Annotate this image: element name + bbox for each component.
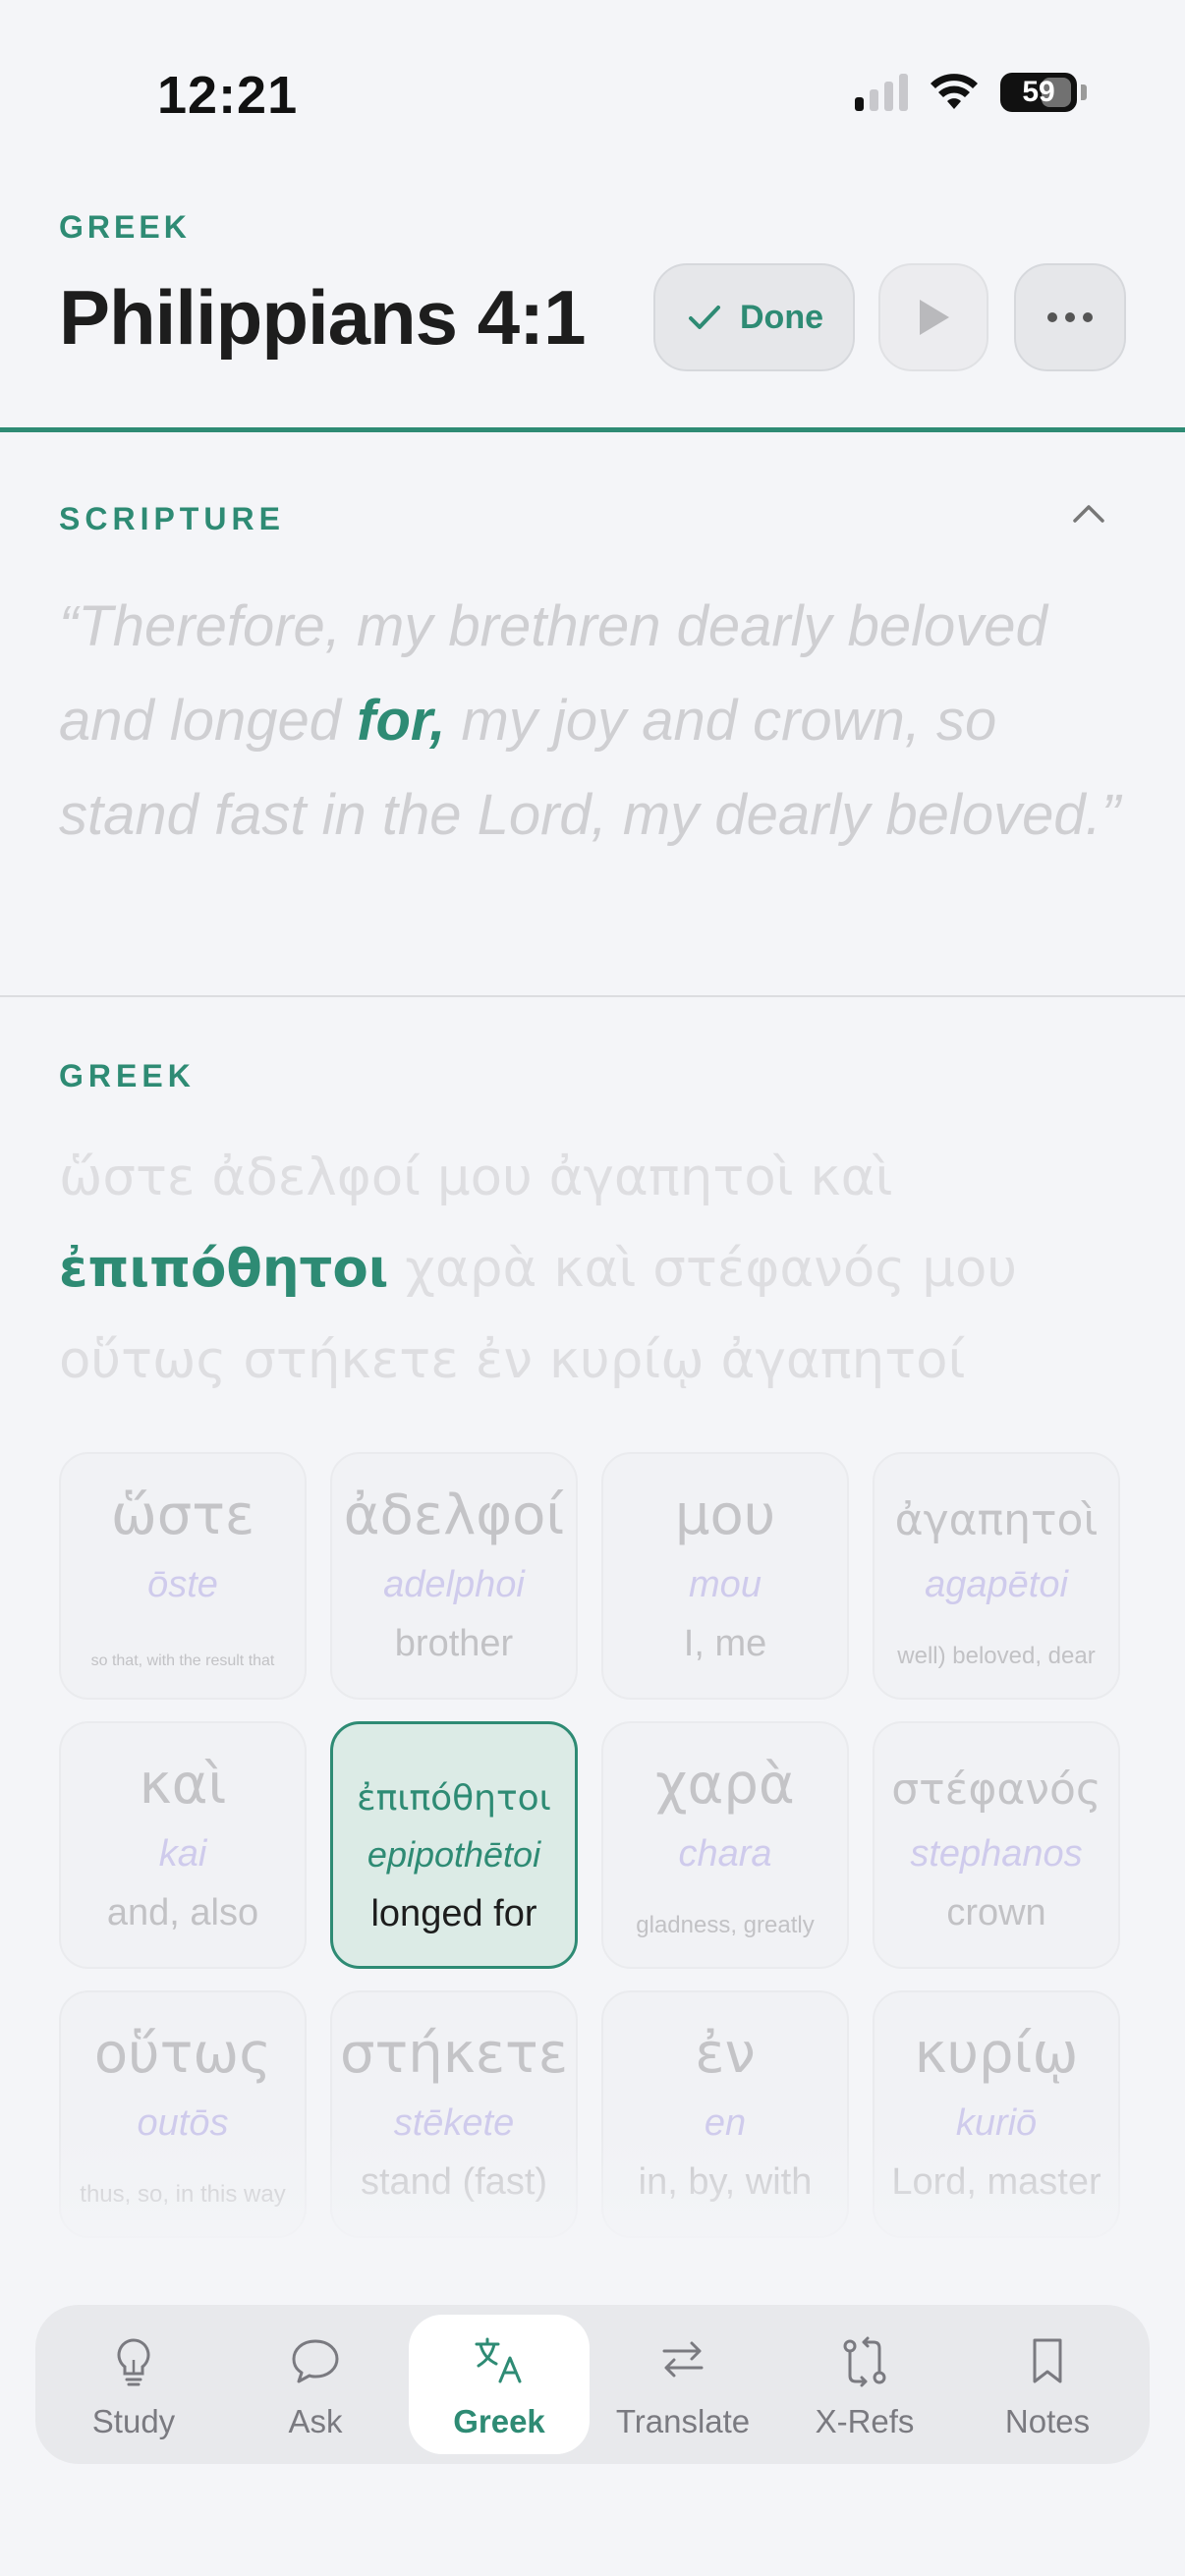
more-icon	[1047, 312, 1093, 322]
word-card-transliteration: adelphoi	[383, 1564, 525, 1605]
swap-arrows-icon	[662, 2341, 704, 2378]
word-card[interactable]: ἀδελφοί adelphoi brother	[330, 1452, 578, 1700]
translate-language-icon	[475, 2337, 522, 2383]
scripture-verse-text: “Therefore, my brethren dearly beloved a…	[59, 580, 1130, 863]
word-card-transliteration: epipothētoi	[367, 1834, 541, 1875]
tab-xrefs[interactable]: X-Refs	[774, 2315, 955, 2454]
more-options-button[interactable]	[1014, 263, 1126, 371]
scroll-fade-overlay	[0, 2132, 1185, 2269]
word-card-transliteration: kai	[158, 1833, 207, 1875]
tab-translate[interactable]: Translate	[592, 2315, 773, 2454]
word-card-greek: ἀγαπητοὶ	[894, 1495, 1099, 1545]
word-card-greek: χαρὰ	[655, 1753, 795, 1817]
chat-bubble-icon	[292, 2339, 339, 2383]
word-card-greek: ἀδελφοί	[343, 1484, 565, 1547]
word-card-english: I, me	[683, 1623, 767, 1664]
word-card[interactable]: καὶ kai and, also	[59, 1721, 307, 1969]
tab-study[interactable]: Study	[43, 2315, 224, 2454]
word-card-greek: μου	[674, 1484, 776, 1547]
tab-notes[interactable]: Notes	[957, 2315, 1138, 2454]
tab-xrefs-label: X-Refs	[815, 2403, 915, 2439]
word-card-greek: στήκετε	[340, 2022, 568, 2086]
word-card-english: and, also	[106, 1892, 259, 1933]
tab-notes-label: Notes	[1004, 2403, 1091, 2439]
wifi-icon	[931, 74, 978, 109]
greek-verse-text: ὥστε ἀδελφοί μου ἀγαπητοὶ καὶ ἐπιπόθητοι…	[59, 1132, 1130, 1406]
battery-level: 59	[1022, 76, 1055, 108]
chevron-up-icon	[1073, 505, 1104, 523]
header-accent-divider	[0, 427, 1185, 432]
battery-tip	[1081, 84, 1087, 100]
word-card-english: well) beloved, dear	[897, 1643, 1096, 1669]
play-button[interactable]	[878, 263, 988, 371]
cellular-signal-icon	[855, 74, 908, 111]
status-time: 12:21	[157, 66, 299, 125]
word-card-transliteration: ōste	[147, 1564, 218, 1605]
scripture-section-label: SCRIPTURE	[59, 501, 285, 536]
word-card[interactable]: ἀγαπητοὶ agapētoi well) beloved, dear	[873, 1452, 1120, 1700]
word-card-transliteration: mou	[689, 1564, 762, 1605]
tab-ask-label: Ask	[288, 2403, 343, 2439]
tab-greek-label: Greek	[453, 2403, 545, 2439]
word-card-english: longed for	[370, 1893, 537, 1934]
tab-translate-label: Translate	[615, 2403, 751, 2439]
greek-highlighted-word[interactable]: ἐπιπόθητοι	[59, 1239, 388, 1299]
header: GREEK Philippians 4:1 Done	[0, 187, 1185, 432]
word-card-greek: ἐν	[695, 2022, 756, 2086]
status-icons: 59	[855, 73, 1087, 112]
tab-ask[interactable]: Ask	[225, 2315, 406, 2454]
word-card-english: brother	[394, 1623, 514, 1664]
word-card-english: so that, with the result that	[90, 1652, 275, 1669]
bottom-tab-bar: Study Ask Greek Translate X-Refs Notes	[35, 2305, 1150, 2464]
word-card-greek: οὕτως	[93, 2022, 272, 2086]
word-card-english: crown	[946, 1892, 1046, 1933]
status-bar: 12:21 59	[0, 0, 1185, 187]
done-button[interactable]: Done	[653, 263, 855, 371]
word-card[interactable]: ἐπιπόθητοι epipothētoi longed for	[330, 1721, 578, 1969]
bookmark-icon	[1033, 2338, 1062, 2383]
header-eyebrow: GREEK	[59, 209, 191, 245]
word-card-greek: στέφανός	[891, 1764, 1101, 1815]
word-card-transliteration: stephanos	[910, 1833, 1083, 1875]
tab-study-label: Study	[91, 2403, 176, 2439]
tab-greek[interactable]: Greek	[409, 2315, 590, 2454]
word-card-english: gladness, greatly	[636, 1912, 815, 1938]
scripture-highlighted-word[interactable]: for,	[357, 689, 445, 753]
battery-icon: 59	[1000, 73, 1077, 112]
check-icon	[689, 306, 720, 329]
greek-text-before: ὥστε ἀδελφοί μου ἀγαπητοὶ καὶ	[59, 1148, 893, 1207]
page-title: Philippians 4:1	[59, 274, 586, 361]
word-card-greek: κυρίῳ	[914, 2022, 1079, 2086]
word-card-greek: ὥστε	[110, 1484, 255, 1547]
collapse-scripture-button[interactable]	[1071, 501, 1106, 530]
done-button-label: Done	[740, 298, 823, 336]
word-card-greek: καὶ	[139, 1753, 227, 1817]
cross-reference-icon	[843, 2336, 886, 2387]
word-card[interactable]: ὥστε ōste so that, with the result that	[59, 1452, 307, 1700]
section-divider	[0, 995, 1185, 997]
word-card-transliteration: agapētoi	[925, 1564, 1068, 1605]
word-card[interactable]: στέφανός stephanos crown	[873, 1721, 1120, 1969]
lightbulb-icon	[117, 2338, 150, 2386]
word-card-greek: ἐπιπόθητοι	[357, 1778, 551, 1819]
word-card[interactable]: χαρὰ chara gladness, greatly	[601, 1721, 849, 1969]
play-icon	[920, 300, 949, 335]
word-card-transliteration: chara	[678, 1833, 772, 1875]
word-card[interactable]: μου mou I, me	[601, 1452, 849, 1700]
greek-section-label: GREEK	[59, 1058, 196, 1093]
